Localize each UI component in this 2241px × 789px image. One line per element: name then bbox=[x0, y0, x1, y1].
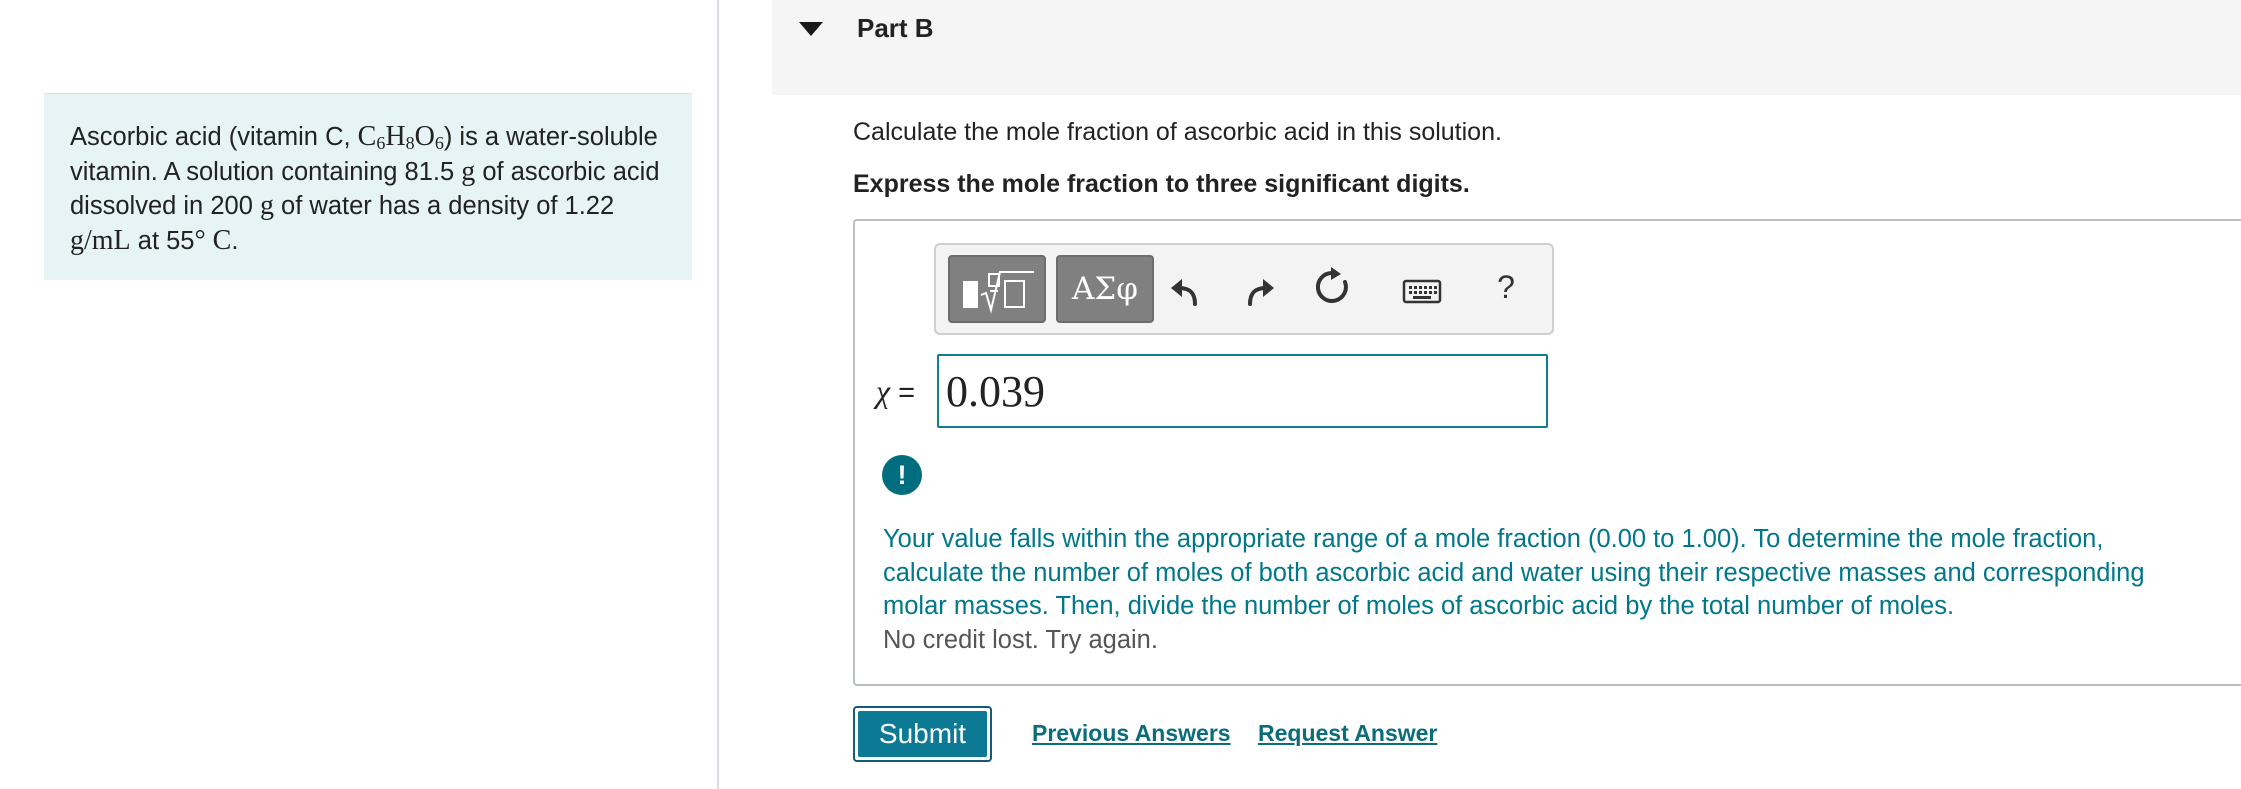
redo-icon[interactable] bbox=[1239, 271, 1279, 311]
formula-element-h: H bbox=[385, 121, 406, 152]
submit-button[interactable]: Submit bbox=[853, 706, 992, 762]
alert-icon: ! bbox=[882, 455, 922, 495]
page: Ascorbic acid (vitamin C, C6H8O6) is a w… bbox=[0, 0, 2241, 789]
keyboard-icon[interactable] bbox=[1402, 277, 1442, 305]
formula-element-c: C bbox=[357, 121, 377, 152]
reset-icon[interactable] bbox=[1312, 267, 1352, 307]
help-button[interactable]: ? bbox=[1486, 265, 1526, 309]
panel-divider bbox=[717, 0, 719, 789]
problem-text-4: of water has a density of 1.22 bbox=[273, 192, 615, 220]
request-answer-link[interactable]: Request Answer bbox=[1258, 720, 1437, 747]
unit-grams: g bbox=[461, 155, 476, 187]
feedback-text: Your value falls within the appropriate … bbox=[883, 525, 2145, 620]
question-prompt: Calculate the mole fraction of ascorbic … bbox=[853, 118, 1502, 146]
templates-button[interactable] bbox=[948, 255, 1046, 323]
chemical-formula: C6H8O6 bbox=[358, 121, 444, 152]
answer-input[interactable]: 0.039 bbox=[937, 354, 1548, 428]
caret-down-icon[interactable] bbox=[798, 20, 824, 38]
unit-grams-water: g bbox=[259, 190, 274, 221]
density-unit: g/mL bbox=[70, 224, 131, 256]
part-header: Part B bbox=[772, 0, 2241, 95]
temperature-unit: ° C bbox=[194, 224, 232, 256]
problem-text-6: . bbox=[231, 226, 239, 255]
problem-statement: Ascorbic acid (vitamin C, C6H8O6) is a w… bbox=[44, 93, 692, 280]
formula-element-o: O bbox=[414, 121, 435, 152]
previous-answers-link[interactable]: Previous Answers bbox=[1032, 720, 1231, 747]
feedback-message: Your value falls within the appropriate … bbox=[883, 523, 2183, 657]
answer-label: χ = bbox=[876, 373, 915, 410]
formula-subscript-h: 8 bbox=[405, 133, 415, 153]
part-title: Part B bbox=[857, 13, 934, 43]
submit-label: Submit bbox=[858, 711, 987, 757]
question-instruction: Express the mole fraction to three signi… bbox=[853, 170, 1470, 198]
problem-text-5: at 55 bbox=[130, 226, 195, 255]
math-toolbar: ΑΣφ ? bbox=[934, 243, 1554, 335]
fraction-radical-icon bbox=[963, 271, 1034, 314]
symbols-button[interactable]: ΑΣφ bbox=[1056, 255, 1154, 323]
undo-icon[interactable] bbox=[1166, 271, 1206, 311]
problem-text-1: Ascorbic acid (vitamin C, bbox=[70, 123, 358, 151]
formula-subscript-c: 6 bbox=[376, 133, 386, 153]
feedback-status: No credit lost. Try again. bbox=[883, 625, 1158, 654]
formula-subscript-o: 6 bbox=[434, 133, 444, 153]
equals-sign: = bbox=[890, 377, 916, 409]
mole-fraction-symbol: χ bbox=[876, 373, 891, 409]
